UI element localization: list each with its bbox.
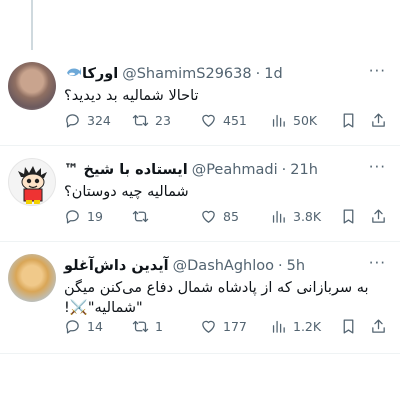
action-bar: 19 85 3.8K [60,206,388,226]
display-name[interactable]: ایستاده با شیخ ™ [64,162,188,178]
share-button[interactable] [370,208,387,225]
like-count: 177 [223,318,247,334]
repost-count: 23 [155,112,171,128]
tweet-text-line: "شمالیه"⚔️! [64,300,143,316]
more-options-icon[interactable]: ··· [369,158,386,176]
view-count: 1.2K [293,318,322,334]
timestamp[interactable]: 5h [287,258,305,274]
views-chart-icon [272,210,285,223]
share-icon [372,112,385,127]
user-handle[interactable]: @ShamimS29638 [122,66,251,82]
tweet-header: اورکا @ShamimS29638 · 1d [64,64,388,84]
repost-count: 1 [155,318,163,334]
views-chart-icon [272,114,285,127]
action-bar: 14 1 177 1.2K [60,316,388,336]
thread-line [31,0,33,50]
action-bar: 324 23 451 50K [60,110,388,130]
avatar[interactable] [8,158,56,206]
tweet-text: به سربازانی که از پادشاه شمال دفاع می‌کن… [64,278,388,318]
cartoon-avatar-icon [18,166,47,204]
separator: · [281,162,287,178]
views-chart-icon [272,320,285,333]
reply-icon [66,209,79,224]
share-icon [372,318,385,333]
separator: · [255,66,261,82]
more-options-icon[interactable]: ··· [369,62,386,80]
heart-icon [202,320,215,333]
heart-icon [202,210,215,223]
repost-icon [132,320,149,332]
separator: · [278,258,283,274]
reply-icon [66,113,79,128]
display-name[interactable]: اورکا [82,66,118,82]
bookmark-button[interactable] [340,112,357,129]
views-button[interactable]: 50K [270,112,317,129]
share-button[interactable] [370,318,387,335]
like-button[interactable]: 85 [200,208,239,225]
views-button[interactable]: 3.8K [270,208,321,225]
tweet-header: آیدین داش‌آغلو @DashAghloo · 5h [64,256,388,276]
view-count: 3.8K [293,208,322,224]
bookmark-icon [343,112,354,128]
like-count: 451 [223,112,247,128]
heart-icon [202,114,215,127]
repost-icon [132,114,149,126]
reply-button[interactable]: 19 [64,208,103,225]
tweet-text: شمالیه چیه دوستان؟ [64,184,189,200]
tweet[interactable]: آیدین داش‌آغلو @DashAghloo · 5h ··· به س… [0,242,400,354]
tweet[interactable]: ایستاده با شیخ ™ @Peahmadi · 21h ··· شما… [0,146,400,242]
tweet-text-line: به سربازانی که از پادشاه شمال دفاع می‌کن… [64,280,369,296]
repost-icon [132,210,149,222]
timestamp[interactable]: 21h [290,162,318,178]
bookmark-icon [343,208,354,224]
views-button[interactable]: 1.2K [270,318,321,335]
orca-whale-icon [66,66,82,82]
repost-button[interactable]: 23 [132,112,171,129]
tweet-text: تاحالا شمالیه بد دیدید؟ [64,88,199,104]
more-options-icon[interactable]: ··· [369,254,386,272]
reply-button[interactable]: 14 [64,318,103,335]
like-count: 85 [223,208,239,224]
repost-button[interactable]: 1 [132,318,163,335]
avatar[interactable] [8,254,56,302]
like-button[interactable]: 451 [200,112,247,129]
tweet-header: ایستاده با شیخ ™ @Peahmadi · 21h [64,160,388,180]
avatar[interactable] [8,62,56,110]
view-count: 50K [293,112,318,128]
bookmark-icon [343,318,354,334]
bookmark-button[interactable] [340,318,357,335]
like-button[interactable]: 177 [200,318,247,335]
reply-count: 14 [87,318,103,334]
user-handle[interactable]: @Peahmadi [192,162,278,178]
bookmark-button[interactable] [340,208,357,225]
user-handle[interactable]: @DashAghloo [173,258,274,274]
tweet[interactable]: اورکا @ShamimS29638 · 1d ··· تاحالا شمال… [0,50,400,146]
display-name[interactable]: آیدین داش‌آغلو [64,258,169,274]
reply-icon [66,319,79,334]
timestamp[interactable]: 1d [264,66,282,82]
share-icon [372,208,385,223]
share-button[interactable] [370,112,387,129]
reply-button[interactable]: 324 [64,112,111,129]
reply-count: 324 [87,112,111,128]
reply-count: 19 [87,208,103,224]
repost-button[interactable] [132,208,155,225]
